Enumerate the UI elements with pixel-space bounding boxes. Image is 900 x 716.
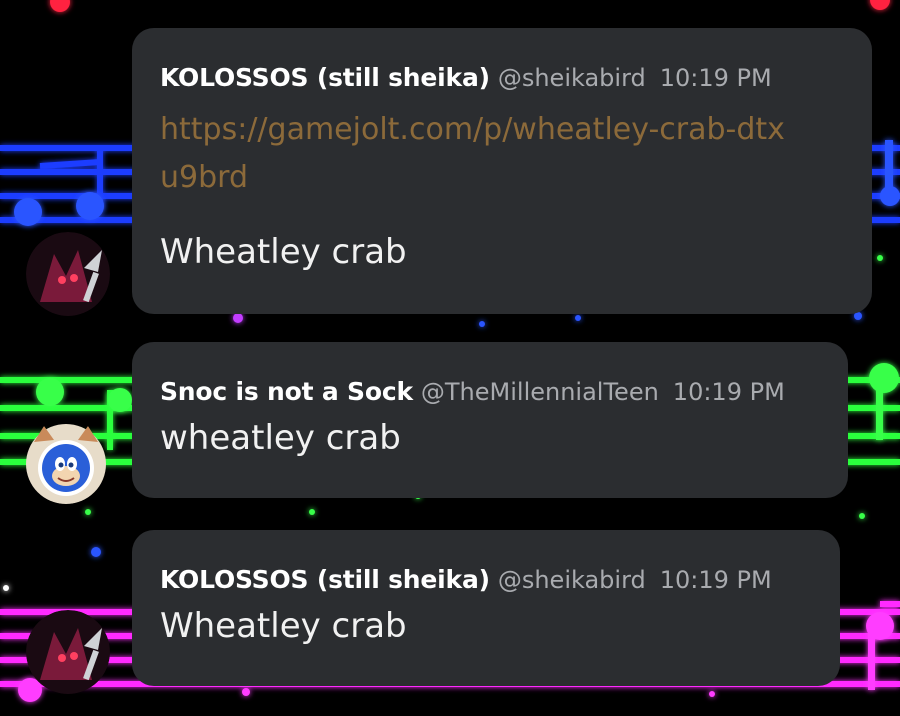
author-handle[interactable]: @sheikabird (498, 566, 646, 594)
dark-creature-avatar-icon[interactable] (26, 610, 110, 694)
message-link[interactable]: https://gamejolt.com/p/wheatley-crab-dtx… (160, 106, 800, 202)
message-text: wheatley crab (160, 418, 401, 458)
author-handle[interactable]: @sheikabird (498, 64, 646, 92)
message-timestamp: 10:19 PM (672, 378, 785, 406)
message-text: Wheatley crab (160, 606, 407, 646)
chat-message[interactable]: KOLOSSOS (still sheika) @sheikabird 10:19 … (132, 530, 840, 686)
blue-hedgehog-cat-hood-avatar-icon[interactable] (24, 420, 108, 504)
chat-message[interactable]: Snoc is not a Sock @TheMillennialTeen 10:1… (132, 342, 848, 498)
message-timestamp: 10:19 PM (659, 64, 772, 92)
message-text: Wheatley crab (160, 232, 407, 272)
message-header: Snoc is not a Sock @TheMillennialTeen 10:1… (160, 376, 820, 408)
author-handle[interactable]: @TheMillennialTeen (421, 378, 659, 406)
chat-message[interactable]: KOLOSSOS (still sheika) @sheikabird 10:19 … (132, 28, 872, 314)
dark-creature-avatar-icon[interactable] (26, 232, 110, 316)
message-timestamp: 10:19 PM (659, 566, 772, 594)
author-name[interactable]: KOLOSSOS (still sheika) (160, 63, 490, 92)
author-name[interactable]: KOLOSSOS (still sheika) (160, 565, 490, 594)
author-name[interactable]: Snoc is not a Sock (160, 377, 413, 406)
message-header: KOLOSSOS (still sheika) @sheikabird 10:19 … (160, 564, 812, 596)
message-header: KOLOSSOS (still sheika) @sheikabird 10:19 … (160, 62, 844, 94)
